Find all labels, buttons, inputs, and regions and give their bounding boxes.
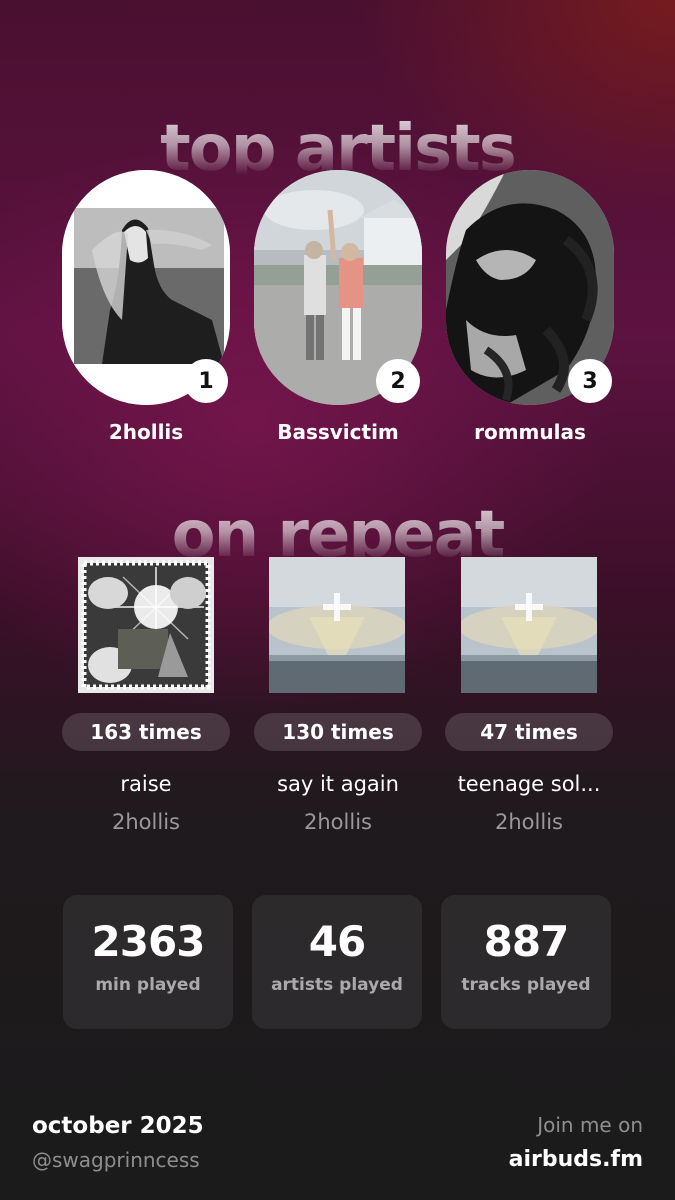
footer-handle[interactable]: @swagprinncess [32, 1148, 200, 1172]
stat-tracks-card: 887 tracks played [441, 895, 611, 1029]
stat-value: 2363 [91, 917, 206, 966]
track-artist-3[interactable]: 2hollis [429, 810, 629, 834]
stat-label: artists played [271, 975, 403, 995]
artist-name-1[interactable]: 2hollis [46, 420, 246, 444]
stat-label: min played [95, 975, 201, 995]
footer-month: october 2025 [32, 1113, 204, 1139]
stat-minutes-card: 2363 min played [63, 895, 233, 1029]
rank-badge: 2 [376, 359, 420, 403]
stat-value: 887 [483, 917, 570, 966]
play-count-badge: 47 times [445, 713, 613, 751]
footer-site-link[interactable]: airbuds.fm [509, 1147, 643, 1172]
track-title-2[interactable]: say it again [238, 772, 438, 796]
stat-label: tracks played [461, 975, 591, 995]
track-title-1[interactable]: raise [46, 772, 246, 796]
artist-card-1[interactable]: 1 [62, 170, 230, 405]
rank-badge: 3 [568, 359, 612, 403]
footer-join-text: Join me on [537, 1113, 643, 1137]
artist-name-3[interactable]: rommulas [430, 420, 630, 444]
artist-card-2[interactable]: 2 [254, 170, 422, 405]
track-title-3[interactable]: teenage sol... [429, 772, 629, 796]
album-art-3[interactable] [461, 557, 597, 693]
play-count-badge: 130 times [254, 713, 422, 751]
artist-name-2[interactable]: Bassvictim [238, 420, 438, 444]
stat-value: 46 [308, 917, 366, 966]
play-count-badge: 163 times [62, 713, 230, 751]
rank-badge: 1 [184, 359, 228, 403]
stat-artists-card: 46 artists played [252, 895, 422, 1029]
album-art-2[interactable] [269, 557, 405, 693]
artist-card-3[interactable]: 3 [446, 170, 614, 405]
album-art-1[interactable] [78, 557, 214, 693]
track-artist-1[interactable]: 2hollis [46, 810, 246, 834]
track-artist-2[interactable]: 2hollis [238, 810, 438, 834]
